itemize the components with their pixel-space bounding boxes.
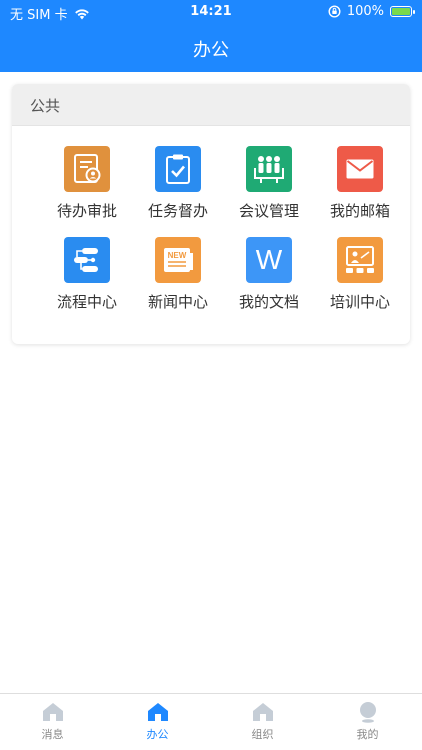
battery-icon xyxy=(390,6,415,17)
tab-office[interactable]: 办公 xyxy=(105,694,210,750)
app-tile-flow[interactable]: 流程中心 xyxy=(42,237,132,323)
user-icon xyxy=(356,701,380,723)
app-label: 新闻中心 xyxy=(147,293,208,311)
rotation-lock-icon xyxy=(328,5,341,18)
home-icon xyxy=(41,701,65,723)
app-tile-task[interactable]: 任务督办 xyxy=(133,146,223,232)
app-tile-approval[interactable]: 待办审批 xyxy=(42,146,132,232)
tab-label: 组织 xyxy=(251,728,274,741)
home-icon xyxy=(251,701,275,723)
mail-icon xyxy=(337,146,383,192)
app-label: 培训中心 xyxy=(329,293,390,311)
training-board-icon xyxy=(337,237,383,283)
status-right: 100% xyxy=(328,4,415,19)
news-icon: NEW xyxy=(155,237,201,283)
tab-label: 办公 xyxy=(146,728,169,741)
app-label: 任务督办 xyxy=(147,202,208,220)
app-label: 会议管理 xyxy=(238,202,299,220)
app-label: 我的邮箱 xyxy=(329,202,390,220)
app-tile-training[interactable]: 培训中心 xyxy=(315,237,405,323)
top-bar: 无 SIM 卡 14:21 100% 办公 xyxy=(0,0,422,72)
tab-messages[interactable]: 消息 xyxy=(0,694,105,750)
section-title: 公共 xyxy=(12,84,410,126)
document-w-icon: W xyxy=(246,237,292,283)
battery-percent: 100% xyxy=(346,4,384,19)
tab-me[interactable]: 我的 xyxy=(315,694,420,750)
page-title: 办公 xyxy=(193,40,229,61)
app-label: 待办审批 xyxy=(56,202,117,220)
meeting-people-icon xyxy=(246,146,292,192)
tab-organization[interactable]: 组织 xyxy=(210,694,315,750)
app-tile-mailbox[interactable]: 我的邮箱 xyxy=(315,146,405,232)
approval-doc-icon xyxy=(64,146,110,192)
doc-glyph: W xyxy=(255,244,283,275)
app-tile-news[interactable]: NEW 新闻中心 xyxy=(133,237,223,323)
news-badge-text: NEW xyxy=(168,251,187,260)
app-tile-documents[interactable]: W 我的文档 xyxy=(224,237,314,323)
clipboard-check-icon xyxy=(155,146,201,192)
status-bar: 无 SIM 卡 14:21 100% xyxy=(0,0,422,24)
home-icon xyxy=(146,701,170,723)
app-label: 我的文档 xyxy=(238,293,299,311)
public-section-card: 公共 待办审批 任务督办 会议管理 我的邮箱 流程中心 NEW 新闻中心 W 我… xyxy=(12,84,410,344)
tab-label: 消息 xyxy=(41,728,64,741)
app-root: 无 SIM 卡 14:21 100% 办公 公共 待办审批 任务督办 会议管理 … xyxy=(0,0,422,750)
app-tile-meeting[interactable]: 会议管理 xyxy=(224,146,314,232)
tab-label: 我的 xyxy=(356,728,379,741)
bottom-tab-bar: 消息 办公 组织 我的 xyxy=(0,693,422,750)
flow-icon xyxy=(64,237,110,283)
app-label: 流程中心 xyxy=(56,293,117,311)
